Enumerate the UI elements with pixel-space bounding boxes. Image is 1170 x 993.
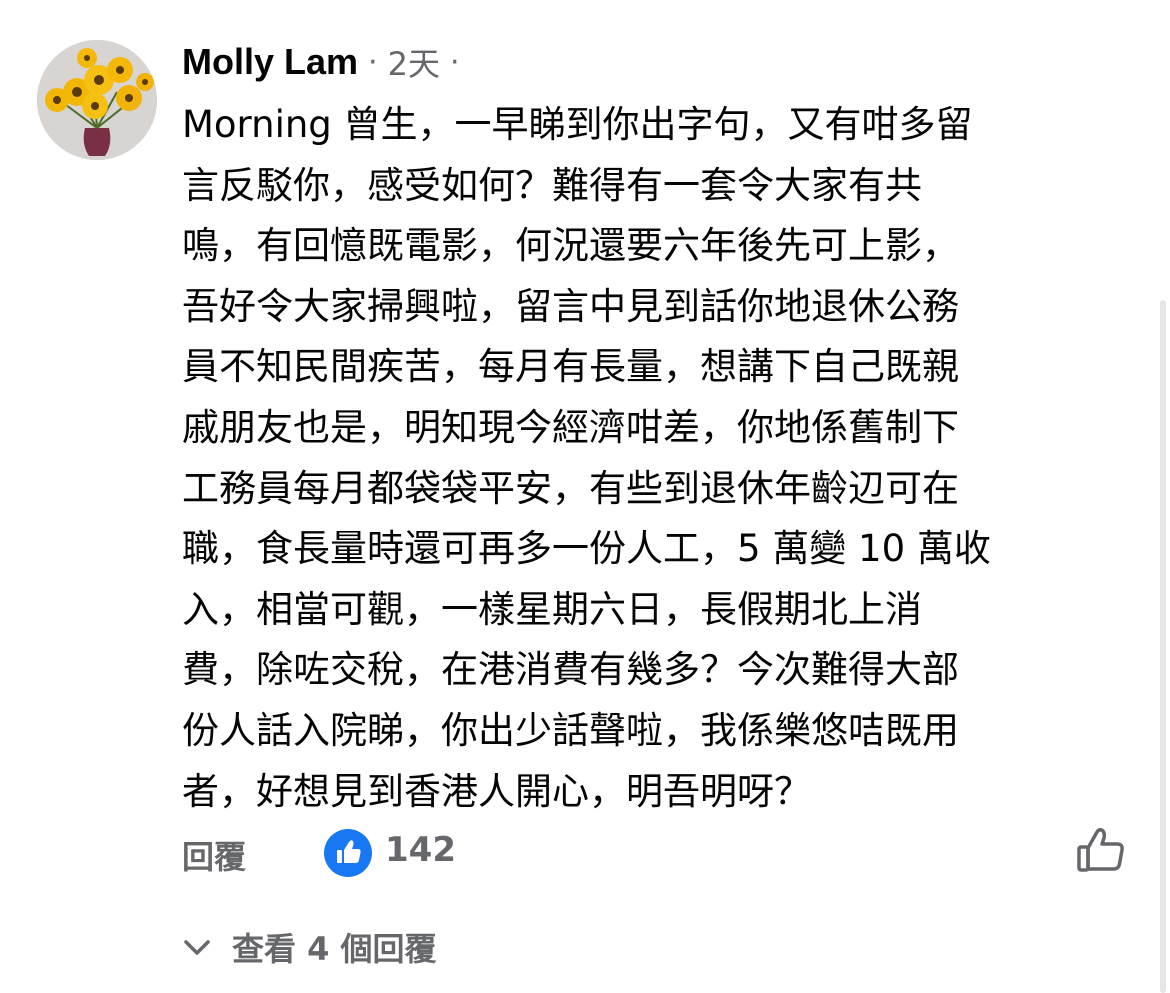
- comment-line: 者，好想見到香港人開心，明吾明呀？: [182, 769, 811, 813]
- timestamp[interactable]: 2天: [388, 39, 440, 85]
- comment-line: 吾好令大家掃興啦，留言中見到話你地退休公務: [182, 284, 959, 328]
- thumbs-up-icon: [337, 840, 361, 863]
- comment-line: 入，相當可觀，一樣星期六日，長假期北上消: [182, 587, 922, 631]
- scrollbar[interactable]: [1160, 300, 1166, 993]
- like-reaction-badge[interactable]: [324, 829, 372, 877]
- reply-button[interactable]: 回覆: [182, 832, 246, 878]
- view-replies-label: 查看 4 個回覆: [232, 930, 437, 968]
- separator-dot: ·: [368, 44, 378, 80]
- comment-line: 戚朋友也是，明知現今經濟咁差，你地係舊制下: [182, 405, 959, 449]
- comment-line: 費，除咗交稅，在港消費有幾多？今次難得大部: [182, 648, 959, 692]
- author-name[interactable]: Molly Lam: [182, 41, 358, 83]
- sunflower-avatar-image: [37, 40, 157, 160]
- comment-header: Molly Lam · 2天 ·: [182, 38, 470, 86]
- like-count: 142: [385, 830, 456, 870]
- trailing-dot: ·: [449, 44, 460, 80]
- comment-body: Morning 曾生，一早睇到你出字句，又有咁多留 言反駁你，感受如何？難得有一…: [182, 95, 1132, 822]
- comment-line: Morning 曾生，一早睇到你出字句，又有咁多留: [182, 103, 973, 146]
- comment-line: 份人話入院睇，你出少話聲啦，我係樂悠咭既用: [182, 708, 959, 752]
- comment-line: 員不知民間疾苦，每月有長量，想講下自己既親: [182, 345, 959, 389]
- avatar[interactable]: [37, 40, 157, 160]
- comment-line: 職，食長量時還可再多一份人工，5 萬變 10 萬收: [182, 527, 991, 571]
- thumbs-up-outline-icon: [1077, 827, 1124, 872]
- comment-line: 言反駁你，感受如何？難得有一套令大家有共: [182, 163, 922, 207]
- comment-line: 鳴，有回憶既電影，何況還要六年後先可上影，: [182, 224, 959, 268]
- view-replies-button[interactable]: 查看 4 個回覆: [180, 922, 437, 972]
- comment: Molly Lam · 2天 · Morning 曾生，一早睇到你出字句，又有咁…: [0, 0, 1170, 993]
- chevron-down-icon: [184, 940, 210, 955]
- comment-line: 工務員每月都袋袋平安，有些到退休年齡辺可在: [182, 466, 959, 510]
- like-button[interactable]: [1075, 824, 1127, 876]
- comment-actions: 回覆 142: [182, 824, 1127, 884]
